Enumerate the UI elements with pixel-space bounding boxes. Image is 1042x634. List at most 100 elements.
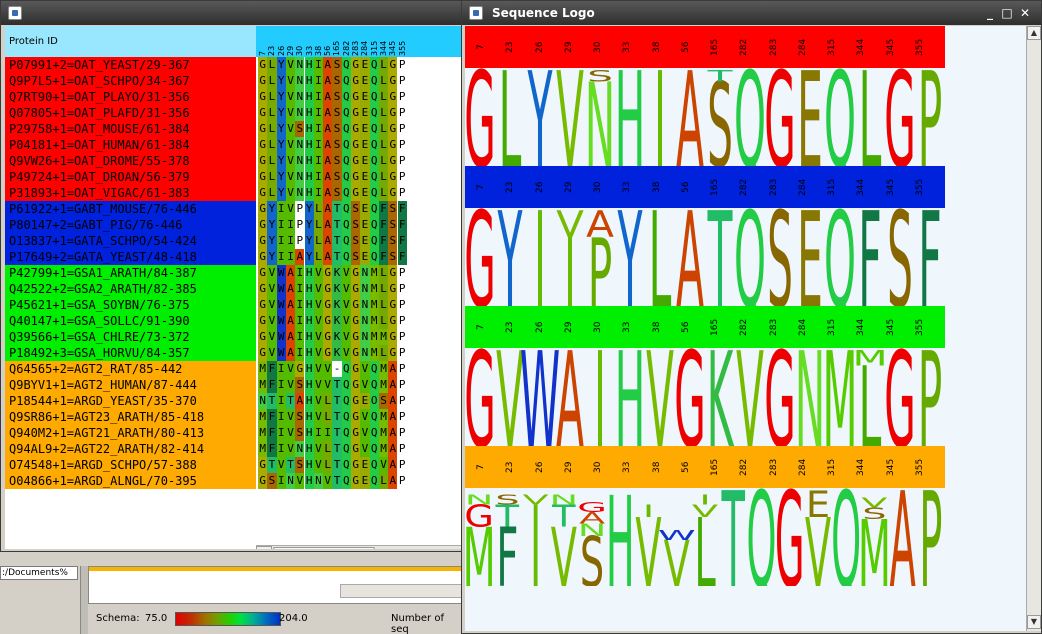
residue-cell: I [295,265,305,281]
alignment-row[interactable]: O13837+1=GATA_SCHPO/54-424 G Y I I P Y L A T Q S E Q F… [5,233,415,249]
alignment-row[interactable]: O04866+1=ARGD_ALNGL/70-395 G S I N V H N V T Q G E Q L… [5,473,415,489]
residue-cell: I [276,217,286,233]
scroll-thumb[interactable] [273,547,375,549]
residue-cell: V [267,345,277,361]
schema-status-bar: Schema: 75.0 204.0 Number of seq [88,604,462,634]
alignment-row[interactable]: P17649+2=GATA_YEAST/48-418 G Y I I A Y L A T Q S E Q F… [5,249,415,265]
position-label: 345 [388,40,398,56]
alignment-row[interactable]: Q40147+1=GSA_SOLLC/91-390 G V W A I H V G K V G N M L G… [5,313,415,329]
residue-cell: P [397,457,407,473]
alignment-row[interactable]: Q42522+2=GSA2_ARATH/82-385 G V W A I H V G K V G N M L… [5,281,415,297]
residue-cell: G [258,169,268,185]
alignment-horizontal-scrollbar[interactable]: ◀ [256,545,461,549]
maximize-icon[interactable]: □ [1000,6,1014,20]
residue-cell: I [313,153,324,169]
logo-letter: W [658,528,696,544]
residue-cell: V [276,457,286,473]
residue-cell: A [285,313,296,329]
residue-cell: W [276,345,286,361]
alignment-row[interactable]: Q94AL9+2=AGT22_ARATH/82-414 M F I V N H V L T Q G V Q… [5,441,415,457]
logo-letter: A [890,488,916,586]
residue-cell: Q [369,89,379,105]
residue-cell: G [258,89,268,105]
logo-position-label: 282 [739,458,750,476]
residue-cell: G [258,57,268,73]
protein-id-header[interactable]: Protein ID [5,26,256,57]
alignment-row[interactable]: Q9BYV1+1=AGT2_HUMAN/87-444 M F I V S H V V T Q G V Q M… [5,377,415,393]
residue-cell: P [295,201,305,217]
alignment-row[interactable]: P07991+2=OAT_YEAST/29-367 G L Y V N H I A S Q G E Q L G… [5,57,415,73]
alignment-row[interactable]: Q9SR86+1=AGT23_ARATH/85-418 M F I V S H V L T Q G V Q… [5,409,415,425]
residue-cell: G [351,265,361,281]
alignment-row[interactable]: P29758+1=OAT_MOUSE/61-384 G L Y V S H I A S Q G E Q L G… [5,121,415,137]
residue-cell: F [267,377,277,393]
alignment-row[interactable]: P45621+1=GSA_SOYBN/76-375 G V W A I H V G K V G N M L G… [5,297,415,313]
minimize-icon[interactable]: _ [983,6,997,20]
residue-cell: Y [267,217,277,233]
alignment-row[interactable]: Q64565+2=AGT2_RAT/85-442 M F I V G H V V - Q G V Q M A P [5,361,415,377]
alignment-row[interactable]: O74548+1=ARGD_SCHPO/57-388 G T V T S H V L T Q G E Q V… [5,457,415,473]
logo-letter: Q [824,208,856,306]
residue-cell: V [360,441,370,457]
scroll-left-button[interactable]: ◀ [256,546,272,549]
protein-id-cell: Q940M2+1=AGT21_ARATH/80-413 [5,425,256,441]
alignment-row[interactable]: Q07805+1=OAT_PLAFD/31-356 G L Y V N H I A S Q G E Q L G… [5,105,415,121]
residue-cell: P [397,137,407,153]
alignment-row[interactable]: P61922+1=GABT_MOUSE/76-446 G Y I V P Y L A T Q S E Q F… [5,201,415,217]
background-scrollbar[interactable] [340,584,462,598]
residue-cell: G [351,441,361,457]
alignment-row[interactable]: Q9P7L5+1=OAT_SCHPO/34-367 G L Y V N H I A S Q G E Q L G… [5,73,415,89]
residue-cell: L [267,121,277,137]
protein-id-cell: P07991+2=OAT_YEAST/29-367 [5,57,256,73]
protein-id-header-label: Protein ID [9,36,58,47]
residue-cell: V [341,313,351,329]
logo-position-label: 315 [827,318,838,336]
alignment-titlebar[interactable] [1,1,461,25]
alignment-row[interactable]: P04181+1=OAT_HUMAN/61-384 G L Y V N H I A S Q G E Q L G… [5,137,415,153]
alignment-row[interactable]: P18492+3=GSA_HORVU/84-357 G V W A I H V G K V G N M L G… [5,345,415,361]
alignment-row[interactable]: Q7RT90+1=OAT_PLAYO/31-356 G L Y V N H I A S Q G E Q L G… [5,89,415,105]
residue-cell: L [378,105,389,121]
residue-cell: P [397,409,407,425]
residue-cell: I [313,57,324,73]
logo-letter: V [522,492,549,508]
alignment-row[interactable]: P31893+1=OAT_VIGAC/61-383 G L Y V N H I A S Q G E Q L G… [5,185,415,201]
alignment-row[interactable]: P80147+2=GABT_PIG/76-446 G Y I I P Y L A T Q S E Q F S F [5,217,415,233]
protein-id-cell: Q07805+1=OAT_PLAFD/31-356 [5,105,256,121]
alignment-row[interactable]: P49724+1=OAT_DROAN/56-379 G L Y V N H I A S Q G E Q L G… [5,169,415,185]
protein-id-cell: P45621+1=GSA_SOYBN/76-375 [5,297,256,313]
residue-cell: G [388,137,398,153]
logo-position-label: 345 [885,318,896,336]
alignment-row[interactable]: Q9VW26+1=OAT_DROME/55-378 G L Y V N H I A S Q G E Q L G… [5,153,415,169]
alignment-row[interactable]: P42799+1=GSA1_ARATH/84-387 G V W A I H V G K V G N M L… [5,265,415,281]
sequence-logo-titlebar[interactable]: Sequence Logo _ □ ✕ [462,1,1041,25]
scroll-down-button[interactable]: ▼ [1027,615,1041,629]
protein-id-cell: Q7RT90+1=OAT_PLAYO/31-356 [5,89,256,105]
residue-cell: I [276,441,286,457]
alignment-row[interactable]: Q39566+1=GSA_CHLRE/73-372 G V W A I H V G K V G N M M G… [5,329,415,345]
path-field[interactable]: :/Documents% [0,566,78,580]
residue-cell: Q [341,361,351,377]
residue-cell: I [295,281,305,297]
residue-cell: V [341,265,351,281]
residue-cell: G [388,185,398,201]
residue-cell: S [378,393,389,409]
residue-cell: V [360,409,370,425]
residue-cell: G [388,345,398,361]
residue-cell: V [285,169,296,185]
logo-vertical-scrollbar[interactable]: ▲ ▼ [1026,26,1041,631]
residue-cell: G [295,361,305,377]
logo-letter: G [577,500,607,516]
alignment-row[interactable]: Q940M2+1=AGT21_ARATH/80-413 M F I V S H I I T Q G V Q… [5,425,415,441]
sequence-count-label: Number of seq [391,613,444,634]
alignment-row[interactable]: P18544+1=ARGD_YEAST/35-370 N T I T A H V L T Q G E O S… [5,393,415,409]
position-label: 282 [341,40,351,56]
residue-cell: G [351,57,361,73]
residue-cell: G [388,89,398,105]
residue-cell: Q [341,249,351,265]
residue-cell: V [341,329,351,345]
scroll-up-button[interactable]: ▲ [1027,26,1041,40]
close-icon[interactable]: ✕ [1018,6,1032,20]
logo-position-label: 38 [651,321,662,333]
residue-cell: G [388,73,398,89]
